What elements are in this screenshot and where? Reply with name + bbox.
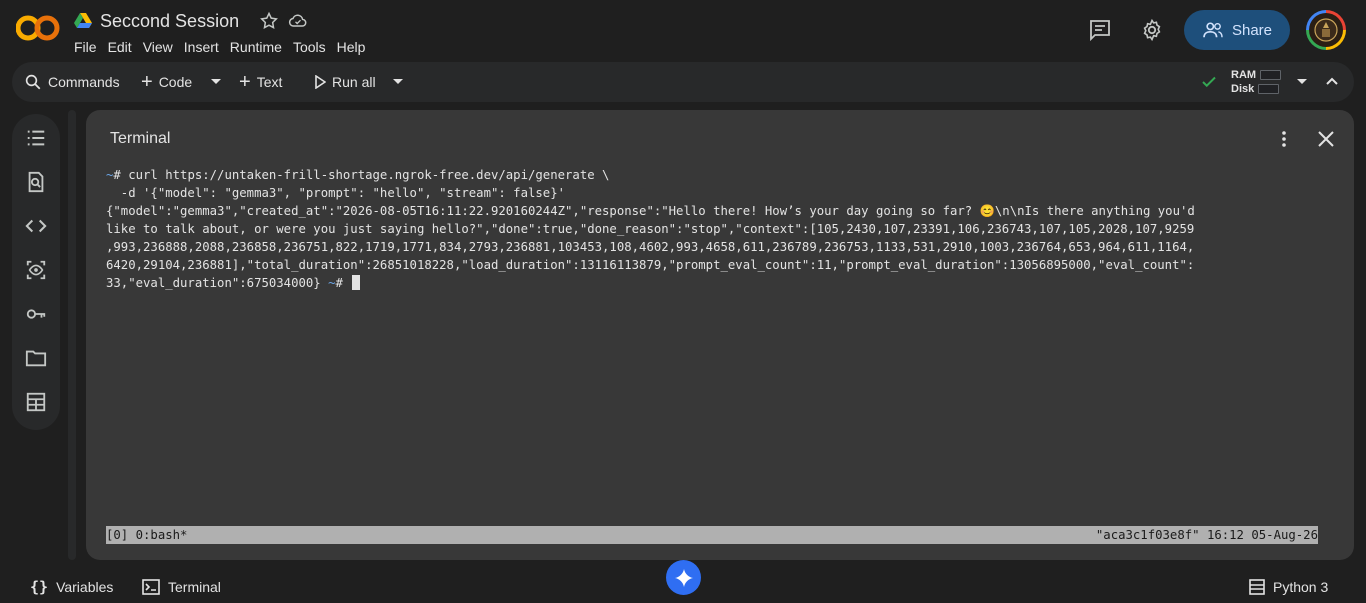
disk-bar [1258, 84, 1280, 94]
star-icon[interactable] [259, 11, 279, 31]
terminal-label: Terminal [168, 578, 221, 595]
panel-resize-handle[interactable] [68, 110, 76, 560]
commands-label: Commands [48, 74, 120, 90]
menu-insert[interactable]: Insert [184, 39, 219, 55]
disk-indicator: Disk [1231, 82, 1281, 96]
document-title[interactable]: Seccond Session [100, 11, 239, 32]
code-snippets-icon[interactable] [25, 215, 47, 237]
terminal-prompt-tilde: ~ [328, 276, 336, 290]
terminal-panel: Terminal ~ # curl https://untaken-frill-s… [86, 110, 1354, 560]
gemini-sparkle-icon [674, 568, 693, 587]
share-label: Share [1231, 21, 1273, 39]
terminal-line-text: # curl https://untaken-frill-shortage.ng… [113, 168, 610, 182]
more-options-icon[interactable] [1275, 129, 1293, 149]
connected-check-icon [1202, 76, 1216, 88]
terminal-line-text: ,993,236888,2088,236858,236751,822,1719,… [106, 240, 1195, 254]
text-label: Text [256, 74, 283, 90]
plus-icon: + [141, 71, 153, 93]
settings-gear-icon[interactable] [1140, 18, 1164, 42]
add-text-button[interactable]: + Text [239, 62, 282, 102]
code-dropdown-chevron-icon[interactable] [210, 78, 222, 86]
ram-bar [1260, 70, 1282, 80]
files-folder-icon[interactable] [25, 347, 47, 369]
runtime-dropdown-chevron-icon[interactable] [1296, 78, 1308, 86]
table-of-contents-icon[interactable] [25, 127, 47, 149]
terminal-line: -d '{"model": "gemma3", "prompt": "hello… [106, 184, 1320, 202]
tmux-host-time: "aca3c1f03e8f" 16:12 05-Aug-26 [1095, 528, 1318, 542]
terminal-line: {"model":"gemma3","created_at":"2026-08-… [106, 202, 1320, 220]
ram-label: RAM [1231, 69, 1257, 81]
run-all-dropdown-chevron-icon[interactable] [392, 78, 404, 86]
title-row: Seccond Session [74, 8, 309, 34]
terminal-button[interactable]: Terminal [142, 570, 221, 603]
menu-file[interactable]: File [74, 39, 97, 55]
plus-icon: + [239, 71, 251, 93]
data-table-icon[interactable] [25, 391, 47, 413]
people-icon [1203, 22, 1223, 38]
resource-monitor[interactable]: RAM Disk [1231, 68, 1282, 96]
colab-logo-icon[interactable] [16, 13, 60, 43]
terminal-line: like to talk about, or were you just say… [106, 220, 1320, 238]
ram-indicator: RAM [1231, 68, 1282, 82]
variables-inspector-eye-icon[interactable] [25, 259, 47, 281]
left-sidebar [12, 114, 60, 430]
cloud-saved-icon[interactable] [287, 11, 309, 31]
menu-help[interactable]: Help [337, 39, 366, 55]
share-button[interactable]: Share [1184, 10, 1290, 50]
menu-tools[interactable]: Tools [293, 39, 326, 55]
gemini-button[interactable] [666, 560, 701, 595]
terminal-line: 6420,29104,236881],"total_duration":2685… [106, 256, 1320, 274]
menu-bar: File Edit View Insert Runtime Tools Help [74, 39, 376, 55]
avatar-image [1309, 13, 1343, 47]
run-all-label: Run all [332, 74, 376, 90]
variables-label: Variables [56, 578, 114, 595]
menu-runtime[interactable]: Runtime [230, 39, 282, 55]
terminal-line: 33,"eval_duration":675034000} ~# [106, 274, 1320, 292]
variables-button[interactable]: {} Variables [30, 570, 113, 603]
find-replace-icon[interactable] [25, 171, 47, 193]
code-label: Code [158, 74, 193, 90]
terminal-line-text: like to talk about, or were you just say… [106, 222, 1195, 236]
search-icon [25, 74, 41, 90]
terminal-line-text: {"model":"gemma3","created_at":"2026-08-… [106, 204, 1195, 218]
avatar-emblem-icon [1314, 18, 1338, 42]
comments-icon[interactable] [1088, 18, 1112, 42]
terminal-line-text: 33,"eval_duration":675034000} [106, 276, 329, 290]
notebook-toolbar: Commands + Code + Text Run all RAM Disk [12, 62, 1354, 102]
tmux-window-list: [0] 0:bash* [106, 528, 188, 542]
play-icon [315, 75, 326, 89]
terminal-line-text: -d '{"model": "gemma3", "prompt": "hello… [106, 186, 566, 200]
google-drive-icon [74, 13, 92, 28]
secrets-key-icon[interactable] [25, 303, 47, 325]
terminal-icon [142, 578, 160, 595]
menu-view[interactable]: View [143, 39, 173, 55]
server-icon [1249, 578, 1265, 595]
runtime-label: Python 3 [1273, 578, 1329, 595]
account-avatar[interactable] [1306, 10, 1346, 50]
runtime-type-button[interactable]: Python 3 [1249, 570, 1328, 603]
terminal-panel-title: Terminal [110, 130, 171, 147]
add-code-button[interactable]: + Code [141, 62, 192, 102]
terminal-line: ,993,236888,2088,236858,236751,822,1719,… [106, 238, 1320, 256]
tmux-status-bar: [0] 0:bash* "aca3c1f03e8f" 16:12 05-Aug-… [106, 526, 1318, 544]
braces-icon: {} [30, 577, 49, 596]
top-bar: Seccond Session File Edit View Insert Ru… [0, 0, 1366, 62]
commands-button[interactable]: Commands [24, 62, 120, 102]
terminal-cursor [352, 275, 361, 290]
close-icon[interactable] [1317, 130, 1335, 148]
menu-edit[interactable]: Edit [108, 39, 132, 55]
disk-label: Disk [1231, 83, 1255, 95]
collapse-chevron-up-icon[interactable] [1325, 76, 1339, 86]
terminal-prompt-hash: # [335, 276, 351, 290]
terminal-output[interactable]: ~ # curl https://untaken-frill-shortage.n… [106, 166, 1320, 526]
terminal-line-text: 6420,29104,236881],"total_duration":2685… [106, 258, 1195, 272]
terminal-line: ~# curl https://untaken-frill-shortage.n… [106, 166, 1320, 184]
run-all-button[interactable]: Run all [314, 62, 376, 102]
